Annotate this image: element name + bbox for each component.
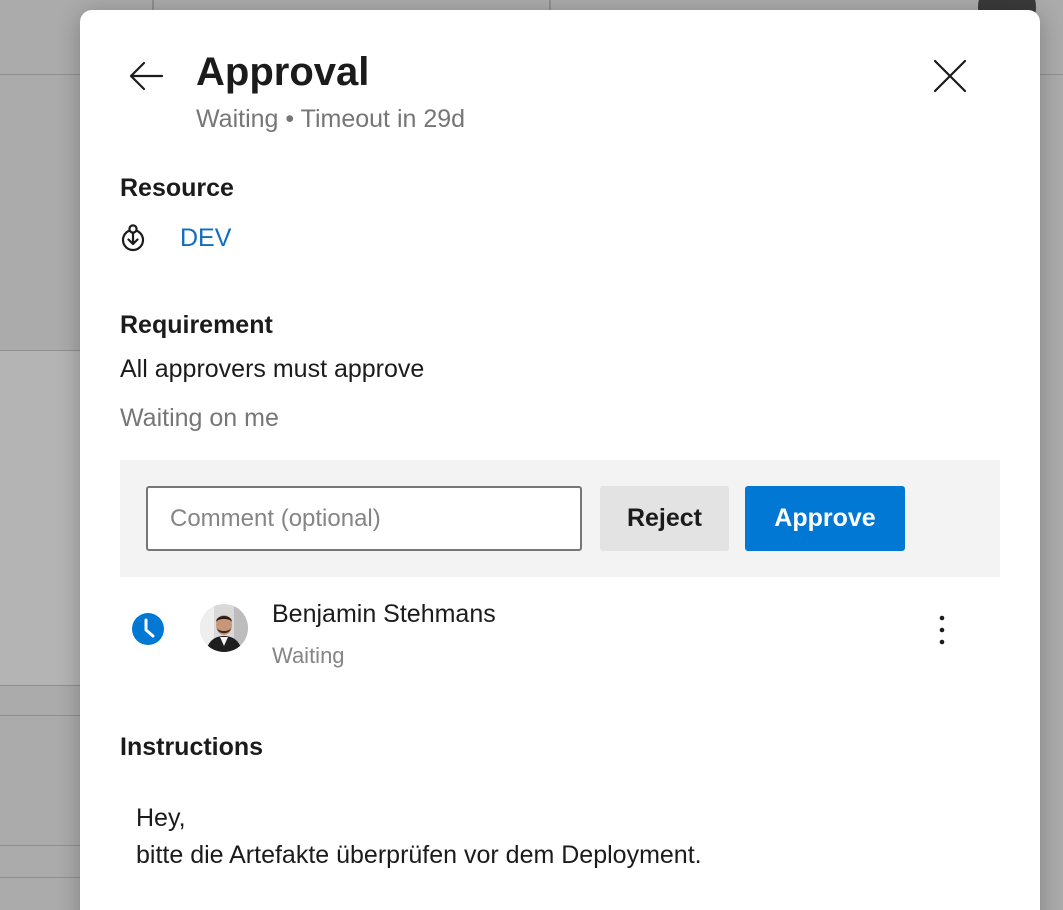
- avatar: [200, 604, 248, 652]
- comment-input[interactable]: [146, 486, 582, 551]
- environment-icon: [120, 220, 160, 256]
- approval-action-bar: Reject Approve: [120, 460, 1000, 577]
- resource-label: Resource: [120, 174, 234, 202]
- approver-row: Benjamin Stehmans Waiting: [120, 600, 1000, 676]
- approval-panel: Approval Waiting • Timeout in 29d Resour…: [80, 10, 1040, 910]
- resource-link-dev[interactable]: DEV: [180, 224, 231, 253]
- close-button[interactable]: [928, 56, 972, 96]
- background-divider: [0, 74, 80, 75]
- background-divider: [0, 685, 80, 686]
- background-divider: [152, 0, 154, 10]
- panel-subtitle: Waiting • Timeout in 29d: [196, 105, 466, 133]
- requirement-label: Requirement: [120, 311, 273, 339]
- instructions-label: Instructions: [120, 733, 264, 761]
- background-panel: [0, 350, 80, 685]
- clock-icon: [131, 612, 165, 646]
- back-button[interactable]: [124, 56, 168, 96]
- approve-button[interactable]: Approve: [745, 486, 905, 551]
- panel-title: Approval: [196, 50, 370, 94]
- resource-row: DEV: [120, 220, 231, 256]
- background-divider: [0, 350, 80, 351]
- background-divider: [0, 845, 80, 846]
- background-divider: [0, 877, 80, 878]
- reject-button[interactable]: Reject: [600, 486, 729, 551]
- approver-status: Waiting: [272, 643, 345, 668]
- background-divider: [0, 715, 80, 716]
- requirement-status: Waiting on me: [120, 404, 279, 432]
- close-icon: [933, 59, 967, 93]
- instructions-text: Hey, bitte die Artefakte überprüfen vor …: [136, 800, 702, 874]
- background-divider: [549, 0, 551, 10]
- approver-name: Benjamin Stehmans: [272, 600, 496, 628]
- more-options-button[interactable]: [920, 608, 964, 652]
- instructions-line: Hey,: [136, 804, 186, 832]
- more-vertical-icon: [939, 615, 945, 645]
- arrow-left-icon: [129, 61, 164, 91]
- background-divider: [1040, 74, 1063, 75]
- instructions-line: bitte die Artefakte überprüfen vor dem D…: [136, 841, 702, 869]
- requirement-text: All approvers must approve: [120, 355, 425, 383]
